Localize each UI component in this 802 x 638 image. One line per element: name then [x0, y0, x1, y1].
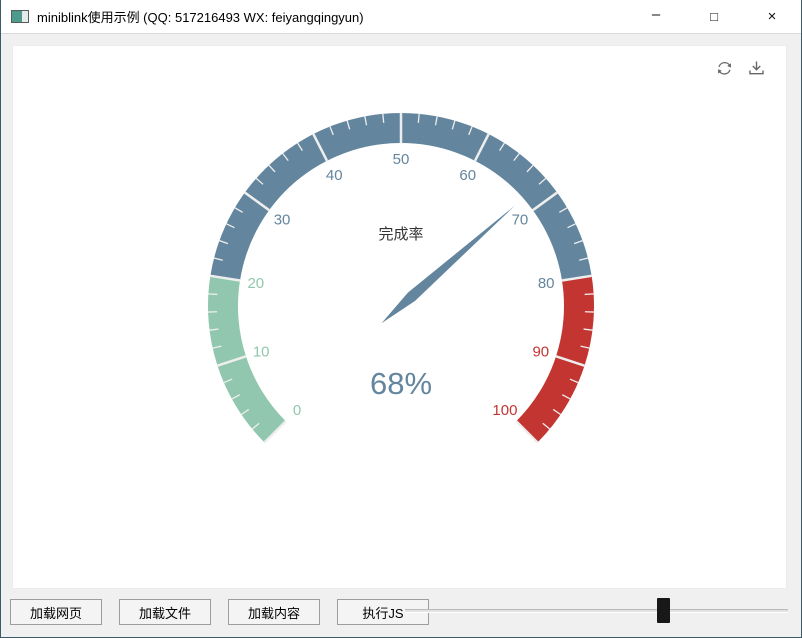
slider-handle[interactable]	[657, 598, 670, 623]
gauge-axis-label: 70	[512, 212, 529, 229]
gauge-segment	[208, 276, 286, 443]
gauge-axis-label: 80	[538, 275, 555, 292]
minimize-icon: –	[652, 6, 660, 23]
gauge-axis-label: 40	[326, 167, 343, 184]
gauge-detail-value: 68%	[370, 366, 432, 401]
gauge-minor-tick	[383, 114, 384, 123]
maximize-icon: □	[710, 9, 718, 24]
value-slider[interactable]	[405, 609, 788, 613]
bottom-bar: 加载网页 加载文件 加载内容 执行JS	[1, 589, 801, 637]
webview-chart-area: 0 10 20 30 40 50 60 70 80 90 100 完成率 68%	[12, 45, 787, 589]
slider-track[interactable]	[405, 609, 788, 613]
restore-icon[interactable]	[715, 59, 734, 78]
app-window: miniblink使用示例 (QQ: 517216493 WX: feiyang…	[0, 0, 802, 638]
load-file-button[interactable]: 加载文件	[119, 599, 211, 625]
button-row: 加载网页 加载文件 加载内容 执行JS	[10, 599, 429, 625]
gauge-axis-label: 20	[247, 275, 264, 292]
window-title: miniblink使用示例 (QQ: 517216493 WX: feiyang…	[37, 7, 627, 26]
gauge-title: 完成率	[378, 226, 423, 243]
gauge-axis-label: 60	[459, 167, 476, 184]
load-webpage-button[interactable]: 加载网页	[10, 599, 102, 625]
save-as-image-icon[interactable]	[747, 59, 766, 78]
titlebar: miniblink使用示例 (QQ: 517216493 WX: feiyang…	[1, 0, 801, 34]
load-content-button[interactable]: 加载内容	[228, 599, 320, 625]
maximize-button[interactable]: □	[685, 0, 743, 33]
minimize-button[interactable]: –	[627, 0, 685, 33]
gauge-axis-label: 50	[393, 151, 410, 168]
gauge-axis-label: 10	[253, 343, 270, 360]
app-icon	[11, 10, 29, 23]
gauge-axis-label: 30	[274, 212, 291, 229]
gauge-chart: 0 10 20 30 40 50 60 70 80 90 100 完成率 68%	[13, 46, 786, 588]
chart-toolbox	[715, 59, 766, 78]
gauge-minor-tick	[208, 294, 217, 295]
gauge-minor-tick	[418, 114, 419, 123]
gauge-needle	[382, 206, 516, 324]
close-button[interactable]: ×	[743, 0, 801, 33]
gauge-axis-label: 90	[532, 343, 549, 360]
gauge-minor-tick	[585, 294, 594, 295]
gauge-segment	[516, 276, 594, 443]
gauge-axis-label: 0	[293, 402, 301, 419]
close-icon: ×	[768, 8, 777, 25]
gauge-axis-label: 100	[492, 402, 517, 419]
